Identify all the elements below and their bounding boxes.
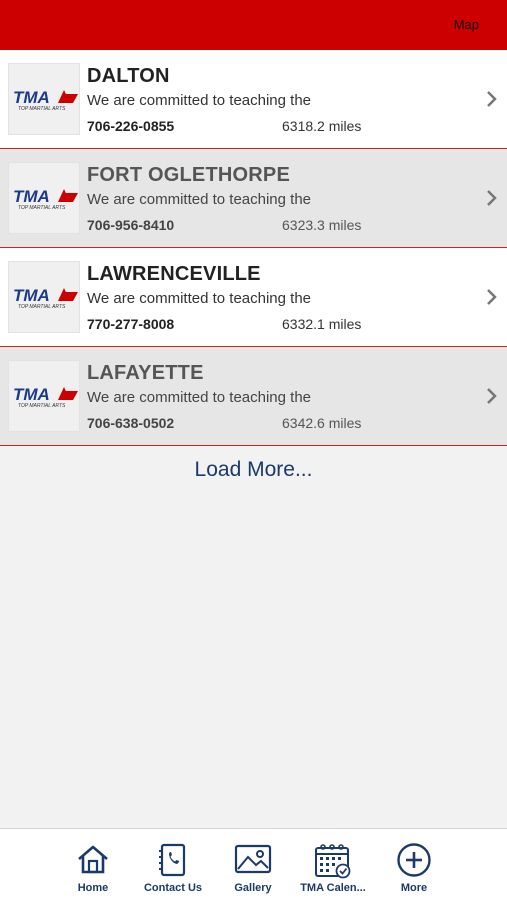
tab-contact-us[interactable]: Contact Us: [130, 829, 216, 900]
tab-home[interactable]: Home: [50, 829, 136, 900]
tab-tma-calendar[interactable]: TMA Calen...: [290, 829, 376, 900]
location-name: FORT OGLETHORPE: [87, 164, 290, 186]
location-distance: 6342.6 miles: [282, 415, 362, 431]
map-button[interactable]: Map: [454, 17, 479, 32]
logo-text: TMA: [13, 286, 50, 305]
tma-logo: TMA TOP MARTIAL ARTS: [8, 360, 80, 432]
logo-tagline: TOP MARTIAL ARTS: [18, 205, 66, 211]
location-phone[interactable]: 706-956-8410: [87, 217, 174, 233]
location-description: We are committed to teaching the: [87, 191, 312, 208]
tma-logo: TMA TOP MARTIAL ARTS: [8, 63, 80, 135]
location-distance: 6332.1 miles: [282, 316, 362, 332]
logo-text: TMA: [13, 88, 50, 107]
location-distance: 6318.2 miles: [282, 118, 362, 134]
location-description: We are committed to teaching the: [87, 389, 312, 406]
chevron-right-icon: [487, 190, 497, 206]
chevron-right-icon: [487, 388, 497, 404]
location-phone[interactable]: 706-638-0502: [87, 415, 174, 431]
logo-tagline: TOP MARTIAL ARTS: [18, 403, 66, 409]
location-phone[interactable]: 706-226-0855: [87, 118, 174, 134]
logo-tagline: TOP MARTIAL ARTS: [18, 106, 66, 112]
tab-more[interactable]: More: [371, 829, 457, 900]
plus-circle-icon: [397, 843, 431, 877]
location-row[interactable]: TMA TOP MARTIAL ARTS FORT OGLETHORPE We …: [0, 149, 507, 248]
image-icon: [234, 844, 272, 874]
location-description: We are committed to teaching the: [87, 92, 312, 109]
top-bar: Map: [0, 0, 507, 50]
home-icon: [78, 845, 108, 874]
chevron-right-icon: [487, 91, 497, 107]
logo-text: TMA: [13, 385, 50, 404]
phone-book-icon: [159, 843, 186, 877]
location-phone[interactable]: 770-277-8008: [87, 316, 174, 332]
tab-label: More: [400, 882, 428, 894]
location-description: We are committed to teaching the: [87, 290, 312, 307]
tab-gallery[interactable]: Gallery: [210, 829, 296, 900]
tab-label: Home: [77, 882, 109, 894]
location-row[interactable]: TMA TOP MARTIAL ARTS LAWRENCEVILLE We ar…: [0, 248, 507, 347]
logo-tagline: TOP MARTIAL ARTS: [18, 304, 66, 310]
location-name: LAFAYETTE: [87, 362, 204, 384]
logo-text: TMA: [13, 187, 50, 206]
calendar-icon: [315, 844, 351, 879]
load-more-button[interactable]: Load More...: [0, 458, 507, 482]
tma-logo: TMA TOP MARTIAL ARTS: [8, 162, 80, 234]
location-distance: 6323.3 miles: [282, 217, 362, 233]
tab-label: Gallery: [234, 882, 272, 894]
chevron-right-icon: [487, 289, 497, 305]
location-row[interactable]: TMA TOP MARTIAL ARTS DALTON We are commi…: [0, 50, 507, 149]
tab-label: Contact Us: [143, 882, 203, 894]
location-name: LAWRENCEVILLE: [87, 263, 261, 285]
tma-logo: TMA TOP MARTIAL ARTS: [8, 261, 80, 333]
tab-label: TMA Calen...: [300, 882, 366, 894]
bottom-tab-bar: Home Contact Us Gallery TMA Calen... Mor…: [0, 828, 507, 900]
location-row[interactable]: TMA TOP MARTIAL ARTS LAFAYETTE We are co…: [0, 347, 507, 446]
location-name: DALTON: [87, 65, 170, 87]
location-list: TMA TOP MARTIAL ARTS DALTON We are commi…: [0, 50, 507, 446]
